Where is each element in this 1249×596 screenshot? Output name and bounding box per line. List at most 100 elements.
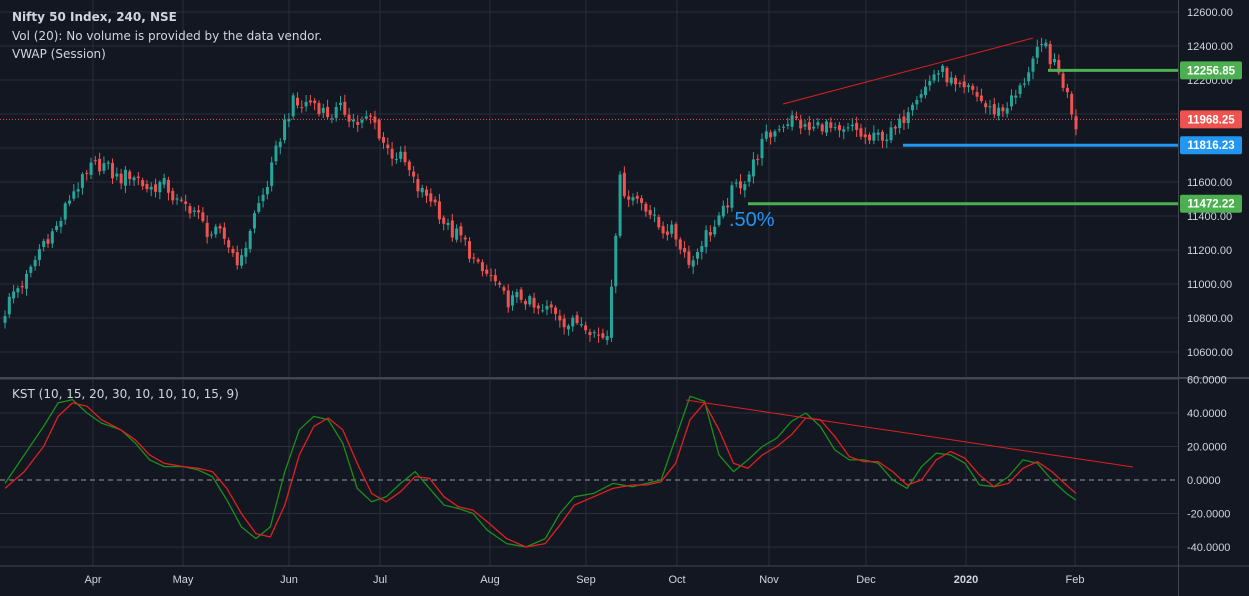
candle-body [592,332,596,334]
candle-body [166,179,170,193]
y-tick-label: 10600.00 [1187,347,1233,359]
candle-body [334,107,338,118]
candle-body [898,118,902,128]
candle-body [756,158,760,160]
candle-body [868,134,872,141]
candle-body [244,247,248,257]
candle-body [326,106,330,118]
candle-body [1070,93,1074,115]
candle-body [665,231,669,235]
candle-body [751,159,755,177]
candle-body [425,189,429,196]
candle-body [799,120,803,129]
candle-body [89,162,93,175]
candle-body [192,210,196,212]
candle-body [997,107,1001,116]
candle-body [433,199,437,203]
candle-body [674,224,678,240]
candle-body [42,240,46,247]
candle-body [1048,44,1052,65]
candle-body [614,235,618,287]
x-tick-label: Oct [668,574,685,586]
price-label-text: 11472.22 [1187,199,1234,211]
kst-legend[interactable]: KST (10, 15, 20, 30, 10, 10, 10, 15, 9) [12,387,239,401]
candle-body [1018,85,1022,94]
candle-body [261,194,265,202]
candle-body [317,103,321,115]
price-label-0: 12256.85 [1180,61,1242,80]
candle-body [356,121,360,125]
vwap-legend[interactable]: VWAP (Session) [12,47,106,61]
candle-body [132,177,136,181]
candle-body [511,295,515,306]
candle-body [648,209,652,215]
candle-body [59,220,63,227]
candle-body [794,116,798,118]
candle-body [119,173,123,184]
candle-body [222,227,226,239]
candle-body [584,325,588,331]
candle-body [687,251,691,265]
candle-body [386,144,390,149]
candle-body [476,259,480,262]
candle-body [760,138,764,159]
candle-body [33,259,37,267]
candle-body [708,232,712,236]
x-tick-label: Aug [480,574,500,586]
candle-body [85,172,89,174]
candle-body [218,226,222,229]
candle-body [123,169,127,186]
candle-body [46,239,50,244]
candle-body [472,257,476,259]
candle-body [145,184,149,190]
candle-body [911,104,915,111]
candle-body [764,131,768,139]
candle-body [992,104,996,115]
candle-body [270,162,274,186]
volume-legend[interactable]: Vol (20): No volume is provided by the d… [12,29,322,43]
candle-body [304,101,308,107]
candle-body [3,316,7,323]
y-tick-label: 11600.00 [1187,177,1232,189]
candle-body [446,222,450,226]
candle-body [162,177,166,185]
candle-body [743,184,747,191]
candle-body [80,174,84,188]
candle-body [837,125,841,131]
candle-body [72,191,76,199]
trading-chart[interactable]: .50% 10600.00 10800.00 11000.00 11200.00 1140… [0,0,1249,596]
candle-body [455,228,459,240]
x-tick-label: Jun [280,574,298,586]
y-tick-label: 11000.00 [1187,279,1232,291]
candle-body [928,81,932,86]
candle-body [141,180,145,187]
candle-body [842,129,846,132]
candle-body [209,234,213,236]
candle-body [283,119,287,141]
candle-body [248,230,252,249]
candle-body [949,77,953,84]
candle-body [37,248,41,260]
candle-body [188,206,192,214]
candle-body [979,95,983,102]
candle-body [1035,46,1039,58]
y-tick-label: 12600.00 [1187,7,1233,19]
candle-body [863,134,867,138]
y-tick-label: 12400.00 [1187,41,1233,53]
candle-body [609,286,613,338]
candle-body [579,324,583,326]
candle-body [295,97,299,106]
price-label-2: 11816.23 [1180,136,1242,155]
kst-y-tick-label: 0.0000 [1187,475,1221,487]
candle-body [468,241,472,259]
candle-body [820,124,824,132]
candle-body [12,291,16,299]
candle-body [919,94,923,98]
candle-body [588,331,592,336]
candle-body [597,334,601,336]
candle-body [1040,44,1044,46]
candle-body [661,226,665,234]
candle-body [197,210,201,213]
candle-body [554,307,558,314]
candle-body [506,290,510,308]
